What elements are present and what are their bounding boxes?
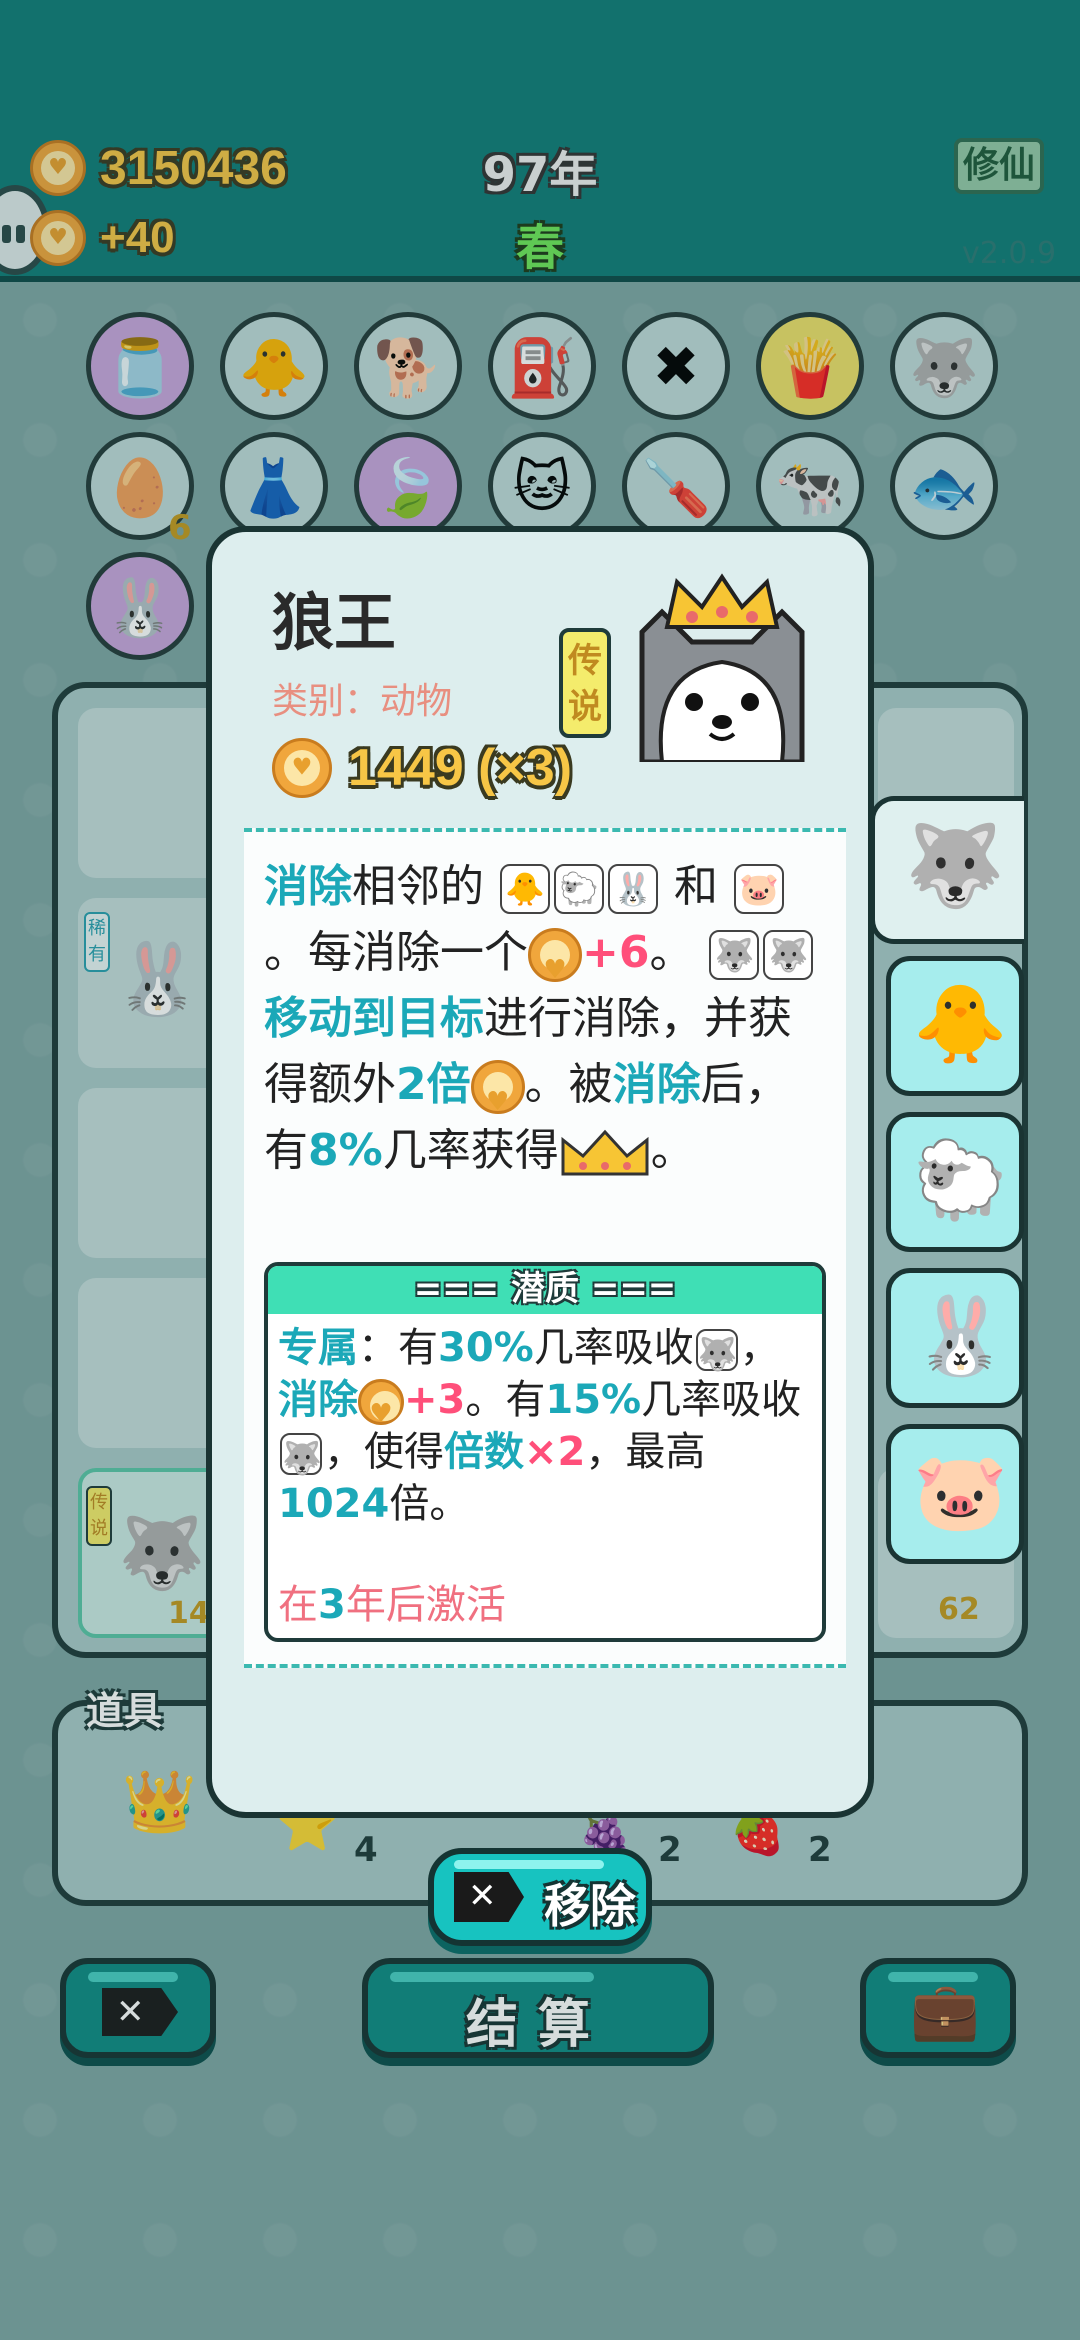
keyword: 8% — [308, 1125, 383, 1176]
crown-icon — [561, 1129, 649, 1176]
rabbit-icon: 🐰 — [913, 1291, 1008, 1380]
husky-icon: 🐺 — [695, 1329, 738, 1373]
activate-text: 在 — [278, 1582, 318, 1628]
side-item-pig[interactable]: 🐷 — [886, 1424, 1024, 1564]
rabbit-icon: 🐰 — [608, 864, 658, 914]
pig-icon: 🐷 — [913, 1447, 1008, 1536]
keyword: 2倍 — [396, 1059, 471, 1110]
wolf-king-icon: 🐺 — [280, 1433, 322, 1477]
keyword: 消除 — [264, 861, 352, 912]
coin-icon — [470, 1060, 525, 1135]
pot-text: 几率吸收 — [641, 1377, 802, 1423]
potential-text: 专属：有30%几率吸收🐺， 消除+3。有15%几率吸收🐺，使得倍数×2，最高10… — [268, 1314, 822, 1538]
keyword: 1024 — [278, 1481, 390, 1527]
keyword: 倍数 — [444, 1429, 524, 1475]
remove-button[interactable]: 移除 — [428, 1848, 652, 1946]
desc-text: 相邻的 — [352, 861, 484, 912]
card-title: 狼王 — [272, 586, 397, 659]
activate-text: 年后激活 — [345, 1582, 506, 1628]
coin-icon — [272, 738, 332, 798]
husky-icon: 🐺 — [763, 930, 814, 980]
card-value: 1449 (×3) — [272, 738, 572, 798]
item-detail-card: 狼王 类别：动物 传说 1449 (×3) 消除相邻的 🐥🐑🐰 和 🐷。每消除一… — [206, 526, 874, 1818]
keyword: 消除 — [278, 1377, 358, 1423]
potential-box: === 潜质 === 专属：有30%几率吸收🐺， 消除+3。有15%几率吸收🐺，… — [264, 1262, 826, 1642]
desc-text: 和 — [674, 861, 718, 912]
desc-text: 。被 — [524, 1059, 613, 1110]
description-box: 消除相邻的 🐥🐑🐰 和 🐷。每消除一个+6。 🐺🐺移动到目标进行消除，并获得额外… — [244, 828, 846, 1668]
keyword: 移动到目标 — [264, 993, 484, 1044]
side-item-rabbit[interactable]: 🐰 — [886, 1268, 1024, 1408]
pig-icon: 🐷 — [734, 864, 784, 914]
sheep-icon: 🐑 — [913, 1135, 1008, 1224]
desc-text: 。 — [649, 927, 694, 978]
description-text: 消除相邻的 🐥🐑🐰 和 🐷。每消除一个+6。 🐺🐺移动到目标进行消除，并获得额外… — [264, 854, 824, 1184]
coin-icon — [528, 928, 582, 1003]
side-item-chick[interactable]: 🐥 — [886, 956, 1024, 1096]
wolf-king-icon — [639, 573, 805, 762]
keyword: 15% — [545, 1377, 642, 1423]
bonus-value: +3 — [404, 1377, 466, 1423]
desc-text: 。 — [650, 1125, 695, 1176]
chick-icon: 🐥 — [913, 979, 1008, 1068]
sheep-icon: 🐑 — [554, 864, 604, 914]
remove-label: 移除 — [544, 1879, 636, 1933]
chick-icon: 🐥 — [500, 864, 550, 914]
wolf-king-icon: 🐺 — [905, 819, 1005, 912]
coin-icon — [358, 1379, 404, 1440]
side-item-wolf-king[interactable]: 🐺 — [870, 796, 1024, 944]
keyword: 专属 — [278, 1325, 358, 1371]
pot-text: ：有 — [358, 1325, 438, 1371]
remove-icon — [454, 1872, 524, 1922]
bonus-value: +6 — [582, 927, 650, 978]
activate-note: 在3年后激活 — [278, 1572, 506, 1630]
card-value-text: 1449 (×3) — [348, 739, 573, 797]
pot-text: 。有 — [465, 1377, 546, 1423]
desc-text: 几率获得 — [382, 1125, 559, 1176]
bonus-value: ×2 — [524, 1429, 586, 1475]
card-category: 类别：动物 — [272, 681, 453, 722]
keyword: 消除 — [612, 1059, 701, 1110]
rarity-tag: 传说 — [559, 628, 611, 738]
pot-text: 几率吸收 — [533, 1325, 694, 1371]
pot-text: 倍。 — [389, 1481, 470, 1527]
desc-text: 。每消除一个 — [264, 927, 528, 978]
activate-years: 3 — [318, 1582, 346, 1628]
pot-text: ， — [739, 1325, 780, 1371]
potential-header: === 潜质 === — [268, 1266, 822, 1314]
pot-text: ，最高 — [585, 1429, 706, 1475]
wolf-king-icon: 🐺 — [709, 930, 760, 980]
keyword: 30% — [438, 1325, 534, 1371]
side-item-sheep[interactable]: 🐑 — [886, 1112, 1024, 1252]
